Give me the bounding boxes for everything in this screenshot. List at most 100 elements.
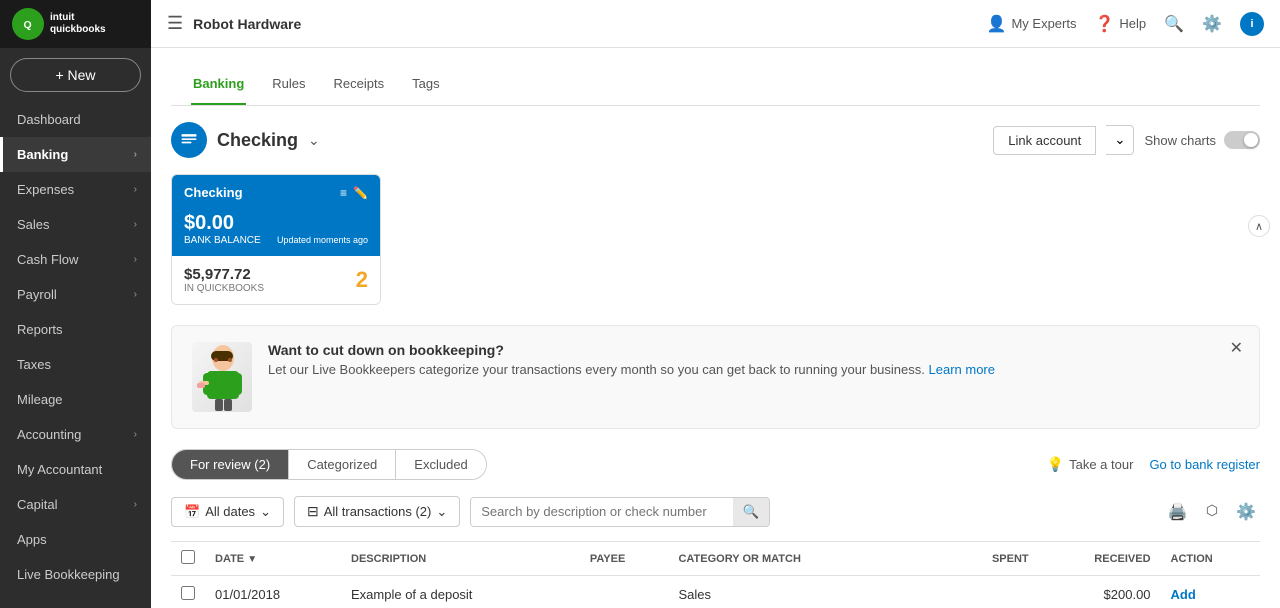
row1-checkbox-cell xyxy=(171,576,205,608)
tab-tags[interactable]: Tags xyxy=(410,64,441,105)
take-tour-button[interactable]: 💡 Take a tour xyxy=(1047,456,1134,473)
sales-chevron: › xyxy=(134,219,137,230)
user-avatar[interactable]: i xyxy=(1240,12,1264,36)
tab-for-review[interactable]: For review (2) xyxy=(172,450,289,479)
search-icon: 🔍 xyxy=(1164,14,1184,34)
received-header[interactable]: RECEIVED xyxy=(1039,542,1161,576)
date-filter-button[interactable]: 📅 All dates ⌄ xyxy=(171,497,284,527)
payee-header[interactable]: PAYEE xyxy=(580,542,669,576)
select-all-checkbox[interactable] xyxy=(181,550,195,564)
bank-card-icons: ≡ ✏️ xyxy=(340,186,368,200)
sidebar-item-expenses[interactable]: Expenses › xyxy=(0,172,151,207)
help-button[interactable]: ❓ Help xyxy=(1094,14,1146,34)
sidebar-item-cashflow[interactable]: Cash Flow › xyxy=(0,242,151,277)
sidebar-item-my-accountant[interactable]: My Accountant xyxy=(0,452,151,487)
sidebar-item-live-bookkeeping[interactable]: Live Bookkeeping xyxy=(0,557,151,592)
capital-chevron: › xyxy=(134,499,137,510)
banking-content: Banking Rules Receipts Tags Checking xyxy=(151,48,1280,608)
account-actions: Link account ⌄ Show charts xyxy=(993,125,1260,155)
gear-icon: ⚙️ xyxy=(1202,14,1222,34)
account-header: Checking ⌄ Link account ⌄ Show charts xyxy=(171,122,1260,158)
date-header[interactable]: DATE ▼ xyxy=(205,542,341,576)
filters-bar: 📅 All dates ⌄ ⊟ All transactions (2) ⌄ 🔍 xyxy=(171,496,1260,527)
account-name: Checking xyxy=(217,130,298,151)
row1-spent xyxy=(932,576,1039,608)
calendar-icon: 📅 xyxy=(184,504,200,520)
search-button[interactable]: 🔍 xyxy=(733,498,770,526)
tab-categorized[interactable]: Categorized xyxy=(289,450,396,479)
select-all-header xyxy=(171,542,205,576)
tab-banking[interactable]: Banking xyxy=(191,64,246,105)
link-account-dropdown[interactable]: ⌄ xyxy=(1106,125,1134,155)
quickbooks-logo: Q intuitquickbooks xyxy=(12,8,106,40)
list-icon[interactable]: ≡ xyxy=(340,186,347,200)
edit-icon[interactable]: ✏️ xyxy=(353,186,368,200)
qb-logo-text: intuitquickbooks xyxy=(50,12,106,36)
sidebar-item-sales[interactable]: Sales › xyxy=(0,207,151,242)
tab-receipts[interactable]: Receipts xyxy=(332,64,387,105)
company-name: Robot Hardware xyxy=(193,16,301,32)
transactions-chevron-icon: ⌄ xyxy=(436,504,447,520)
sidebar-item-taxes[interactable]: Taxes xyxy=(0,347,151,382)
sidebar-item-capital[interactable]: Capital › xyxy=(0,487,151,522)
main-area: ☰ Robot Hardware 👤 My Experts ❓ Help 🔍 ⚙… xyxy=(151,0,1280,608)
sidebar-item-payroll[interactable]: Payroll › xyxy=(0,277,151,312)
qb-balance: $5,977.72 IN QUICKBOOKS xyxy=(184,266,264,294)
action-header[interactable]: ACTION xyxy=(1161,542,1260,576)
new-button[interactable]: + New xyxy=(10,58,141,92)
banking-chevron: › xyxy=(134,149,137,160)
sidebar-item-mileage[interactable]: Mileage xyxy=(0,382,151,417)
tab-rules[interactable]: Rules xyxy=(270,64,307,105)
account-icon xyxy=(171,122,207,158)
cashflow-chevron: › xyxy=(134,254,137,265)
bank-balance-amount: $0.00 xyxy=(184,212,368,235)
row1-checkbox[interactable] xyxy=(181,586,195,600)
collapse-section-button[interactable]: ∧ xyxy=(1248,215,1270,237)
promo-title: Want to cut down on bookkeeping? xyxy=(268,342,995,358)
content-area: Banking Rules Receipts Tags Checking xyxy=(151,48,1280,608)
table-row: 01/01/2018 Example of a deposit Sales $2… xyxy=(171,576,1260,608)
page-tabs: Banking Rules Receipts Tags xyxy=(171,64,1260,106)
print-icon[interactable]: 🖨️ xyxy=(1164,498,1192,526)
sidebar-item-banking[interactable]: Banking › xyxy=(0,137,151,172)
search-button[interactable]: 🔍 xyxy=(1164,14,1184,34)
bank-balance-label: BANK BALANCE Updated moments ago xyxy=(184,235,368,246)
bank-card-header: Checking ≡ ✏️ xyxy=(172,175,380,210)
row1-payee xyxy=(580,576,669,608)
tab-excluded[interactable]: Excluded xyxy=(396,450,485,479)
account-title-area: Checking ⌄ xyxy=(171,122,320,158)
promo-close-button[interactable]: ✕ xyxy=(1230,338,1243,358)
sidebar-item-apps[interactable]: Apps xyxy=(0,522,151,557)
show-charts-toggle[interactable] xyxy=(1224,131,1260,149)
qb-logo-icon: Q xyxy=(12,8,44,40)
promo-banner: Want to cut down on bookkeeping? Let our… xyxy=(171,325,1260,429)
account-dropdown-icon[interactable]: ⌄ xyxy=(308,132,320,149)
row1-date: 01/01/2018 xyxy=(205,576,341,608)
export-icon[interactable]: ⬡ xyxy=(1202,498,1222,526)
row1-action[interactable]: Add xyxy=(1161,576,1260,608)
transaction-tab-actions: 💡 Take a tour Go to bank register xyxy=(1047,456,1260,473)
sidebar-item-reports[interactable]: Reports xyxy=(0,312,151,347)
description-header[interactable]: DESCRIPTION xyxy=(341,542,580,576)
bank-register-link[interactable]: Go to bank register xyxy=(1149,457,1260,472)
date-sort-icon: ▼ xyxy=(247,554,257,565)
my-experts-button[interactable]: 👤 My Experts xyxy=(987,14,1077,34)
link-account-button[interactable]: Link account xyxy=(993,126,1096,155)
sidebar-item-accounting[interactable]: Accounting › xyxy=(0,417,151,452)
payroll-chevron: › xyxy=(134,289,137,300)
learn-more-link[interactable]: Learn more xyxy=(929,362,995,377)
settings-icon[interactable]: ⚙️ xyxy=(1232,498,1260,526)
settings-button[interactable]: ⚙️ xyxy=(1202,14,1222,34)
topbar: ☰ Robot Hardware 👤 My Experts ❓ Help 🔍 ⚙… xyxy=(151,0,1280,48)
category-header[interactable]: CATEGORY OR MATCH xyxy=(668,542,931,576)
transactions-filter-button[interactable]: ⊟ All transactions (2) ⌄ xyxy=(294,496,460,527)
sidebar-item-dashboard[interactable]: Dashboard xyxy=(0,102,151,137)
search-input[interactable] xyxy=(471,498,732,526)
hamburger-menu-icon[interactable]: ☰ xyxy=(167,13,183,34)
spent-header[interactable]: SPENT xyxy=(932,542,1039,576)
bank-card-section: Checking ≡ ✏️ $0.00 BANK BALANCE Updated… xyxy=(171,174,1260,305)
transactions-table: DATE ▼ DESCRIPTION PAYEE CATEGORY OR MAT… xyxy=(171,541,1260,608)
search-icon: 🔍 xyxy=(743,504,760,519)
bank-card-footer: $5,977.72 IN QUICKBOOKS 2 xyxy=(172,256,380,304)
row1-category: Sales xyxy=(668,576,931,608)
